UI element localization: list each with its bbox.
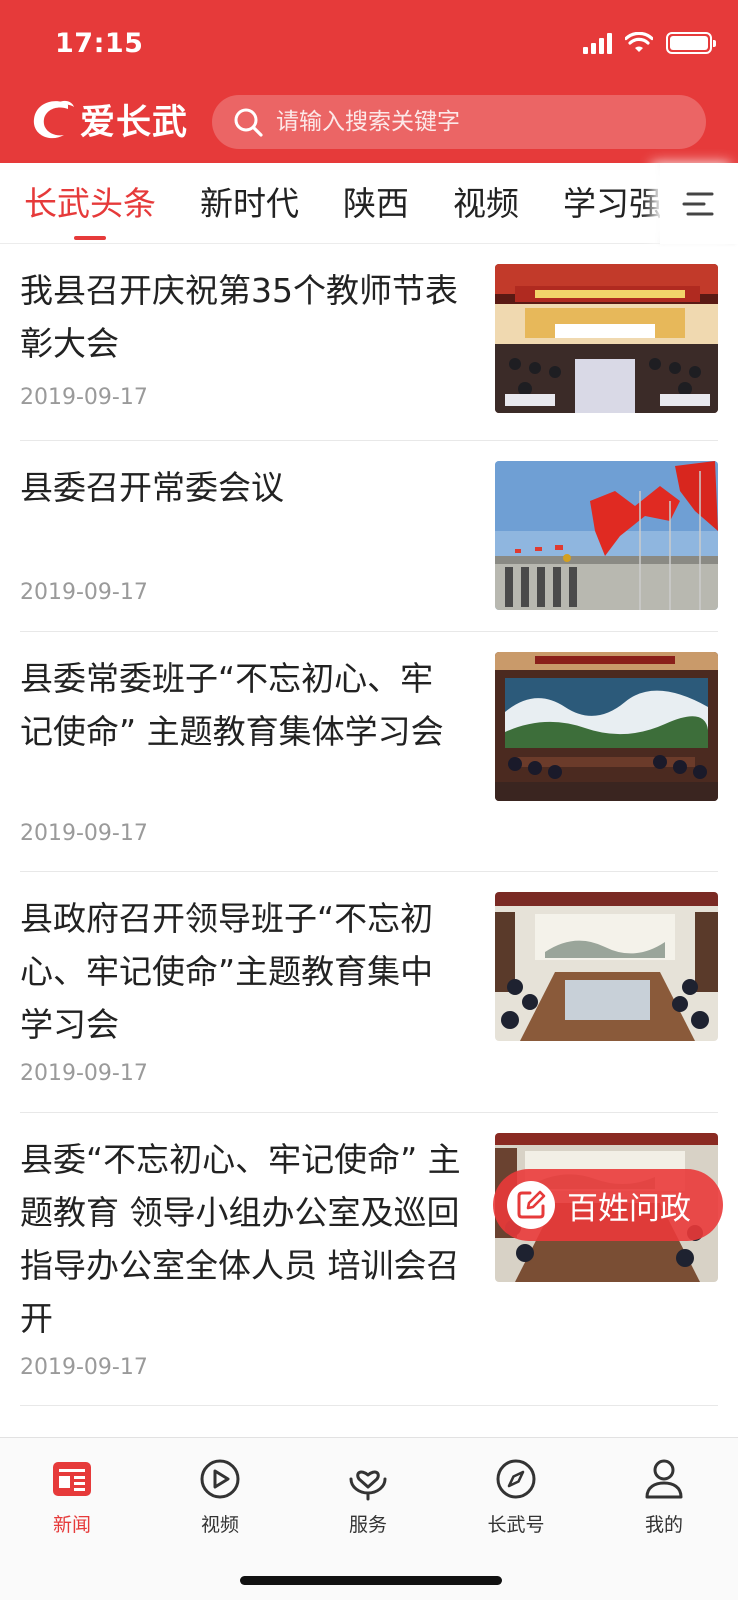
tab-headlines[interactable]: 长武头条: [24, 163, 156, 244]
compass-icon: [496, 1459, 536, 1499]
meeting-table-photo: [495, 892, 718, 1041]
news-icon: [53, 1462, 91, 1496]
news-date: 2019-09-17: [20, 1061, 148, 1086]
search-bar[interactable]: [212, 95, 706, 149]
status-icons: [583, 32, 716, 54]
search-input[interactable]: [276, 109, 676, 135]
nav-video[interactable]: 视频: [170, 1454, 270, 1537]
news-date: 2019-09-17: [20, 821, 148, 846]
edit-icon: [507, 1181, 555, 1229]
battery-icon: [666, 32, 716, 54]
meeting-hall-photo: [495, 264, 718, 413]
app-logo[interactable]: 爱长武: [28, 94, 188, 145]
tab-track: 长武头条 新时代 陕西 视频 学习强国: [24, 163, 664, 244]
news-item[interactable]: 县委常委班子“不忘初心、牢记使命” 主题教育集体学习会 2019-09-17: [20, 632, 718, 872]
conference-room-photo: [495, 652, 718, 801]
nav-news-label: 新闻: [52, 1514, 91, 1536]
news-title: 县政府召开领导班子“不忘初心、牢记使命”主题教育集中学习会: [20, 899, 434, 1044]
app-header: 17:15 爱长武: [0, 0, 738, 163]
news-date: 2019-09-17: [20, 1355, 148, 1380]
status-time: 17:15: [55, 28, 144, 59]
play-icon: [200, 1459, 240, 1499]
nav-mine-label: 我的: [644, 1514, 683, 1536]
news-date: 2019-09-17: [20, 580, 148, 605]
tab-study[interactable]: 学习强国: [563, 163, 664, 244]
red-flags-photo: [495, 461, 718, 610]
logo-swirl-icon: [33, 100, 74, 138]
tab-shaanxi[interactable]: 陕西: [343, 163, 409, 244]
wifi-icon: [625, 32, 653, 52]
channel-tabs: 长武头条 新时代 陕西 视频 学习强国: [0, 163, 738, 244]
nav-service-label: 服务: [348, 1514, 387, 1536]
search-icon: [234, 108, 263, 137]
news-title: 县委召开常委会议: [20, 468, 284, 507]
fab-label: 百姓问政: [567, 1190, 691, 1227]
nav-service[interactable]: 服务: [318, 1454, 418, 1537]
nav-changwu-label: 长武号: [487, 1514, 545, 1536]
news-item[interactable]: 县委“不忘初心、牢记使命” 主题教育 领导小组办公室及巡回指导办公室全体人员 培…: [20, 1113, 718, 1406]
nav-changwu-account[interactable]: 长武号: [466, 1454, 566, 1537]
nav-video-label: 视频: [200, 1514, 239, 1536]
home-indicator[interactable]: [240, 1576, 502, 1585]
news-item[interactable]: 县委召开常委会议 2019-09-17: [20, 441, 718, 632]
service-icon: [349, 1470, 387, 1501]
logo-text: 爱长武: [80, 102, 189, 143]
nav-mine[interactable]: 我的: [614, 1454, 714, 1537]
news-title: 我县召开庆祝第35个教师节表彰大会: [20, 271, 458, 363]
news-item[interactable]: 县政府召开领导班子“不忘初心、牢记使命”主题教育集中学习会 2019-09-17: [20, 872, 718, 1113]
channel-menu-button[interactable]: [660, 163, 738, 244]
menu-icon: [682, 192, 714, 215]
news-title: 县委“不忘初心、牢记使命” 主题教育 领导小组办公室及巡回指导办公室全体人员 培…: [20, 1140, 461, 1338]
public-inquiry-button[interactable]: 百姓问政: [493, 1169, 723, 1241]
news-item[interactable]: 我县召开庆祝第35个教师节表彰大会 2019-09-17: [20, 244, 718, 441]
tab-new-era[interactable]: 新时代: [200, 163, 299, 244]
news-date: 2019-09-17: [20, 385, 148, 410]
news-title: 县委常委班子“不忘初心、牢记使命” 主题教育集体学习会: [20, 659, 444, 751]
nav-news[interactable]: 新闻: [22, 1454, 122, 1537]
tab-video[interactable]: 视频: [453, 163, 519, 244]
user-icon: [645, 1459, 683, 1499]
cellular-signal-icon: [583, 32, 612, 54]
